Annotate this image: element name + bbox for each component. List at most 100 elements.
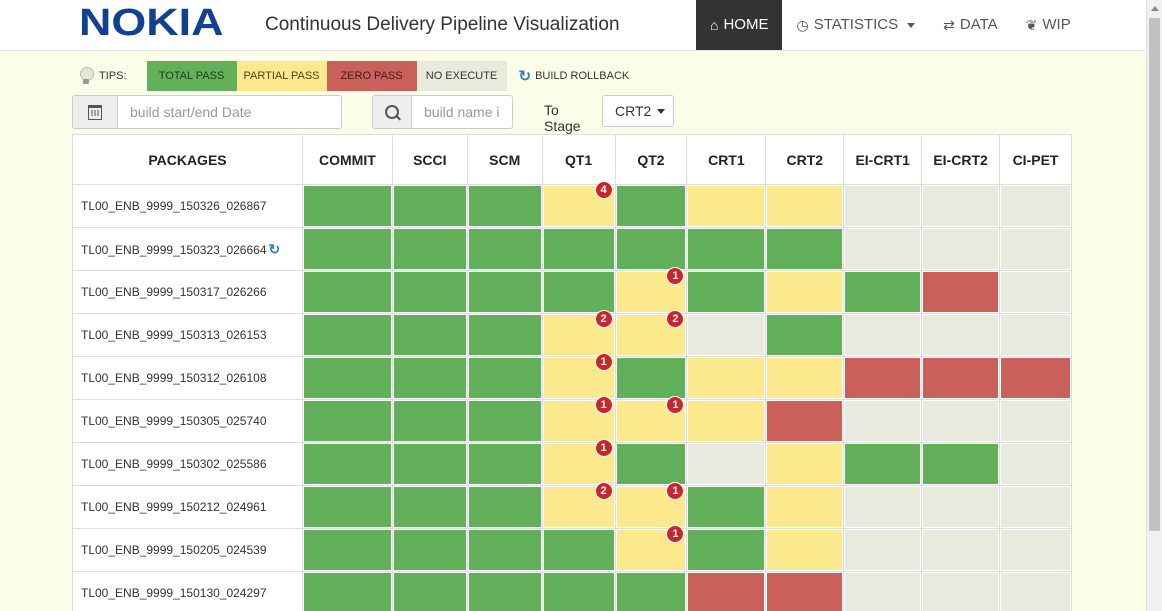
stage-status-none[interactable]: [1001, 444, 1070, 484]
stage-cell[interactable]: [686, 227, 767, 271]
stage-cell[interactable]: [999, 399, 1072, 443]
stage-status-total[interactable]: [543, 530, 614, 570]
stage-status-none[interactable]: [845, 573, 921, 611]
stage-cell[interactable]: [301, 442, 393, 486]
package-name[interactable]: TL00_ENB_9999_150205_024539: [81, 543, 267, 557]
stage-cell[interactable]: [921, 442, 1001, 486]
stage-cell[interactable]: 1: [614, 396, 688, 443]
stage-status-partial[interactable]: [767, 487, 843, 527]
stage-status-total[interactable]: [616, 229, 686, 269]
stage-status-zero[interactable]: [923, 358, 999, 398]
stage-status-none[interactable]: [1001, 573, 1070, 611]
stage-cell[interactable]: 2: [541, 482, 616, 529]
stage-status-partial[interactable]: [767, 530, 843, 570]
stage-cell[interactable]: [301, 270, 393, 314]
stage-cell[interactable]: [686, 571, 767, 611]
package-cell[interactable]: TL00_ENB_9999_150313_026153: [72, 313, 303, 357]
stage-cell[interactable]: [301, 399, 393, 443]
stage-status-none[interactable]: [923, 186, 999, 226]
stage-status-total[interactable]: [688, 229, 765, 269]
stage-status-total[interactable]: [468, 401, 541, 441]
stage-status-total[interactable]: [468, 444, 541, 484]
stage-cell[interactable]: [301, 528, 393, 572]
stage-status-zero[interactable]: [767, 401, 843, 441]
package-name[interactable]: TL00_ENB_9999_150323_026664: [81, 243, 267, 257]
nav-wip[interactable]: ❦ WIP: [1012, 0, 1085, 50]
stage-status-total[interactable]: [303, 444, 391, 484]
scroll-up-arrow-icon[interactable]: [1151, 6, 1159, 11]
stage-cell[interactable]: [765, 442, 845, 486]
stage-status-none[interactable]: [845, 401, 921, 441]
stage-cell[interactable]: [999, 528, 1072, 572]
stage-status-none[interactable]: [845, 186, 921, 226]
stage-status-total[interactable]: [393, 358, 466, 398]
stage-cell[interactable]: [765, 571, 845, 611]
stage-cell[interactable]: [391, 528, 468, 572]
stage-status-none[interactable]: [845, 487, 921, 527]
stage-cell[interactable]: [301, 356, 393, 400]
stage-status-total[interactable]: [543, 229, 614, 269]
stage-cell[interactable]: [391, 442, 468, 486]
stage-cell[interactable]: [391, 571, 468, 611]
stage-status-total[interactable]: [303, 401, 391, 441]
vertical-scrollbar[interactable]: [1146, 0, 1162, 611]
stage-cell[interactable]: [921, 356, 1001, 400]
stage-cell[interactable]: [765, 313, 845, 357]
stage-status-total[interactable]: [616, 444, 686, 484]
stage-status-partial[interactable]: [688, 186, 765, 226]
stage-cell[interactable]: 1: [541, 396, 616, 443]
stage-cell[interactable]: [765, 356, 845, 400]
stage-status-none[interactable]: [923, 315, 999, 355]
stage-cell[interactable]: [921, 184, 1001, 228]
failure-count-badge[interactable]: 1: [594, 396, 613, 414]
stage-status-none[interactable]: [1001, 315, 1070, 355]
stage-cell[interactable]: [765, 270, 845, 314]
stage-cell[interactable]: [301, 227, 393, 271]
stage-cell[interactable]: [301, 485, 393, 529]
stage-status-total[interactable]: [303, 487, 391, 527]
stage-cell[interactable]: [843, 571, 923, 611]
stage-status-total[interactable]: [303, 358, 391, 398]
stage-status-none[interactable]: [845, 530, 921, 570]
package-name[interactable]: TL00_ENB_9999_150302_025586: [81, 457, 267, 471]
package-name[interactable]: TL00_ENB_9999_150130_024297: [81, 586, 267, 600]
stage-cell[interactable]: [843, 227, 923, 271]
failure-count-badge[interactable]: 4: [594, 181, 613, 199]
stage-cell[interactable]: [686, 399, 767, 443]
date-range-input[interactable]: build start/end Date: [118, 96, 341, 128]
stage-cell[interactable]: [466, 571, 543, 611]
stage-status-total[interactable]: [393, 229, 466, 269]
stage-cell[interactable]: [391, 485, 468, 529]
stage-cell[interactable]: [921, 399, 1001, 443]
stage-status-zero[interactable]: [923, 272, 999, 312]
stage-status-zero[interactable]: [1001, 358, 1070, 398]
stage-cell[interactable]: [686, 356, 767, 400]
stage-cell[interactable]: [843, 184, 923, 228]
stage-cell[interactable]: 1: [614, 482, 688, 529]
stage-status-total[interactable]: [393, 444, 466, 484]
stage-cell[interactable]: [301, 184, 393, 228]
stage-status-total[interactable]: [688, 272, 765, 312]
stage-status-none[interactable]: [845, 315, 921, 355]
stage-status-none[interactable]: [1001, 229, 1070, 269]
stage-status-partial[interactable]: [688, 401, 765, 441]
stage-cell[interactable]: [391, 270, 468, 314]
stage-cell[interactable]: [686, 442, 767, 486]
failure-count-badge[interactable]: 1: [594, 439, 613, 457]
stage-cell[interactable]: [301, 571, 393, 611]
stage-status-total[interactable]: [468, 229, 541, 269]
package-cell[interactable]: TL00_ENB_9999_150312_026108: [72, 356, 303, 400]
stage-status-total[interactable]: [543, 573, 614, 611]
stage-status-none[interactable]: [1001, 487, 1070, 527]
stage-cell[interactable]: [686, 485, 767, 529]
stage-cell[interactable]: [765, 399, 845, 443]
failure-count-badge[interactable]: 1: [594, 353, 613, 371]
stage-cell[interactable]: 4: [541, 181, 616, 228]
stage-status-total[interactable]: [468, 358, 541, 398]
stage-cell[interactable]: 2: [541, 310, 616, 357]
stage-cell[interactable]: [999, 571, 1072, 611]
stage-status-total[interactable]: [468, 530, 541, 570]
stage-status-total[interactable]: [616, 358, 686, 398]
stage-status-total[interactable]: [303, 272, 391, 312]
failure-count-badge[interactable]: 2: [594, 482, 613, 500]
